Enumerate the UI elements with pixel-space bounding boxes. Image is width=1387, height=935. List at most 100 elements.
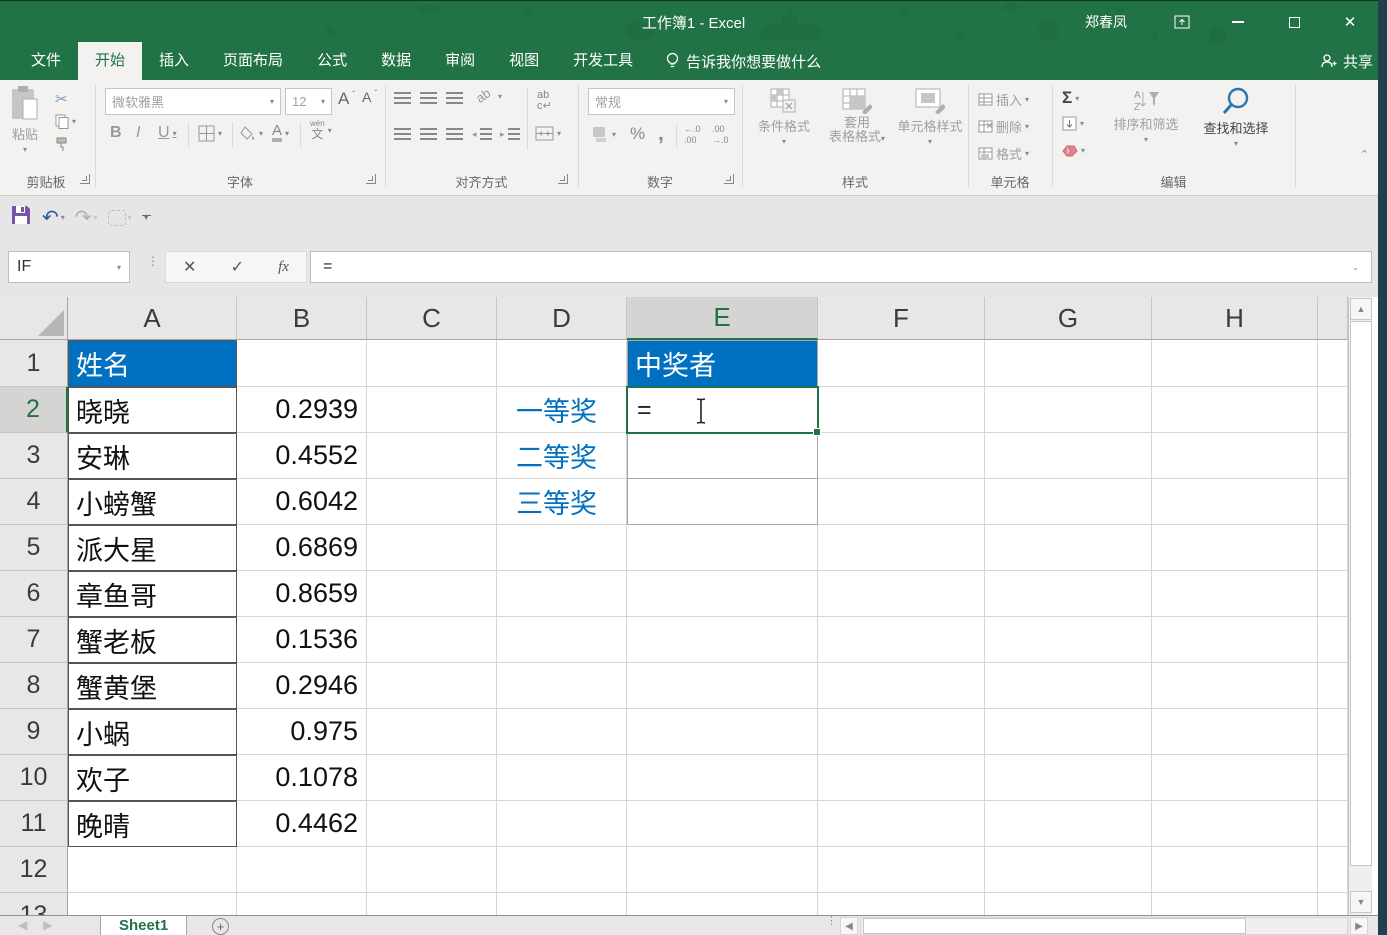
cell-E10[interactable]	[627, 755, 818, 801]
cell-filler-11[interactable]	[1318, 801, 1348, 847]
close-button[interactable]: ✕	[1322, 1, 1378, 43]
row-header-6[interactable]: 6	[0, 571, 68, 617]
cell-C2[interactable]	[367, 387, 497, 433]
cell-G11[interactable]	[985, 801, 1152, 847]
increase-font-button[interactable]: Aˆ	[338, 89, 355, 109]
cell-A2[interactable]: 晓晓	[68, 387, 237, 433]
cell-A7[interactable]: 蟹老板	[68, 617, 237, 663]
cell-B1[interactable]	[237, 340, 367, 387]
conditional-formatting-button[interactable]: 条件格式▾	[748, 88, 820, 146]
sort-filter-button[interactable]: AZ 排序和筛选▾	[1108, 88, 1184, 144]
borders-button[interactable]: ▾	[198, 125, 222, 142]
cell-F1[interactable]	[818, 340, 985, 387]
column-header-F[interactable]: F	[818, 297, 985, 340]
cell-B3[interactable]: 0.4552	[237, 433, 367, 479]
cell-A10[interactable]: 欢子	[68, 755, 237, 801]
find-select-button[interactable]: 查找和选择▾	[1186, 86, 1286, 148]
underline-button[interactable]: U▾	[158, 124, 177, 142]
cell-F3[interactable]	[818, 433, 985, 479]
cell-H4[interactable]	[1152, 479, 1318, 525]
cell-D4[interactable]: 三等奖	[497, 479, 627, 525]
cell-C5[interactable]	[367, 525, 497, 571]
column-header-D[interactable]: D	[497, 297, 627, 340]
tab-developer[interactable]: 开发工具	[556, 42, 650, 80]
tab-scrollbar-splitter[interactable]: ⋮	[826, 917, 837, 925]
row-header-10[interactable]: 10	[0, 755, 68, 801]
cell-H5[interactable]	[1152, 525, 1318, 571]
cell-filler-8[interactable]	[1318, 663, 1348, 709]
fill-color-button[interactable]: ▾	[240, 125, 263, 141]
cell-styles-button[interactable]: 单元格样式▾	[894, 88, 966, 146]
cell-D2[interactable]: 一等奖	[497, 387, 627, 433]
tab-page-layout[interactable]: 页面布局	[206, 42, 300, 80]
italic-button[interactable]: I	[136, 124, 140, 142]
tab-insert[interactable]: 插入	[142, 42, 206, 80]
cell-E1[interactable]: 中奖者	[627, 340, 818, 387]
row-header-1[interactable]: 1	[0, 340, 68, 387]
cell-filler-12[interactable]	[1318, 847, 1348, 893]
row-header-5[interactable]: 5	[0, 525, 68, 571]
phonetic-guide-button[interactable]: wén文▾	[310, 120, 332, 140]
share-button[interactable]: 共享	[1320, 42, 1373, 80]
select-all-corner[interactable]	[0, 297, 68, 340]
formula-bar-expand-icon[interactable]: ⌄	[1352, 263, 1359, 272]
tab-home[interactable]: 开始	[78, 42, 142, 80]
cell-A5[interactable]: 派大星	[68, 525, 237, 571]
cell-D6[interactable]	[497, 571, 627, 617]
cell-F9[interactable]	[818, 709, 985, 755]
clear-button[interactable]: ▾	[1062, 144, 1085, 157]
format-cells-button[interactable]: 格式▾	[978, 144, 1029, 163]
cell-A9[interactable]: 小蜗	[68, 709, 237, 755]
cell-H8[interactable]	[1152, 663, 1318, 709]
horizontal-scroll-thumb[interactable]	[863, 918, 1246, 934]
accounting-format-button[interactable]: ▾	[592, 126, 616, 142]
cell-A4[interactable]: 小螃蟹	[68, 479, 237, 525]
collapse-ribbon-icon[interactable]: ⌃	[1360, 148, 1369, 161]
cell-H1[interactable]	[1152, 340, 1318, 387]
middle-align-button[interactable]	[420, 92, 437, 105]
cell-A3[interactable]: 安琳	[68, 433, 237, 479]
vertical-scroll-thumb[interactable]	[1350, 321, 1372, 866]
cell-D12[interactable]	[497, 847, 627, 893]
column-header-H[interactable]: H	[1152, 297, 1318, 340]
bold-button[interactable]: B	[110, 124, 122, 142]
cell-filler-4[interactable]	[1318, 479, 1348, 525]
undo-button[interactable]: ↶▾	[42, 205, 65, 230]
cell-F8[interactable]	[818, 663, 985, 709]
cell-H3[interactable]	[1152, 433, 1318, 479]
autosum-button[interactable]: Σ▾	[1062, 88, 1079, 108]
enter-entry-button[interactable]: ✓	[231, 257, 244, 277]
cell-G6[interactable]	[985, 571, 1152, 617]
row-header-3[interactable]: 3	[0, 433, 68, 479]
column-header-E[interactable]: E	[627, 297, 818, 340]
cell-B9[interactable]: 0.975	[237, 709, 367, 755]
cut-button[interactable]: ✂	[55, 90, 68, 108]
cell-B11[interactable]: 0.4462	[237, 801, 367, 847]
customize-qat-button[interactable]: ▾	[142, 215, 151, 220]
cell-B12[interactable]	[237, 847, 367, 893]
decrease-indent-button[interactable]: ◂	[472, 128, 492, 141]
cell-F10[interactable]	[818, 755, 985, 801]
row-header-8[interactable]: 8	[0, 663, 68, 709]
scroll-right-icon[interactable]: ▶	[1350, 917, 1368, 935]
cell-D11[interactable]	[497, 801, 627, 847]
cell-filler-6[interactable]	[1318, 571, 1348, 617]
cell-F6[interactable]	[818, 571, 985, 617]
font-color-button[interactable]: A▾	[272, 124, 289, 142]
formula-input[interactable]: =⌄	[310, 251, 1372, 283]
number-format-combo[interactable]: 常规▾	[588, 88, 735, 115]
column-header-C[interactable]: C	[367, 297, 497, 340]
cell-G7[interactable]	[985, 617, 1152, 663]
cell-H6[interactable]	[1152, 571, 1318, 617]
cell-B7[interactable]: 0.1536	[237, 617, 367, 663]
name-box[interactable]: IF▾	[8, 251, 130, 283]
cell-B10[interactable]: 0.1078	[237, 755, 367, 801]
top-align-button[interactable]	[394, 92, 411, 105]
ink-tool-button[interactable]: ▾	[108, 210, 132, 226]
minimize-button[interactable]	[1210, 1, 1266, 43]
cell-D7[interactable]	[497, 617, 627, 663]
cell-A12[interactable]	[68, 847, 237, 893]
insert-function-button[interactable]: fx	[278, 259, 289, 276]
column-header-A[interactable]: A	[68, 297, 237, 340]
cell-H7[interactable]	[1152, 617, 1318, 663]
